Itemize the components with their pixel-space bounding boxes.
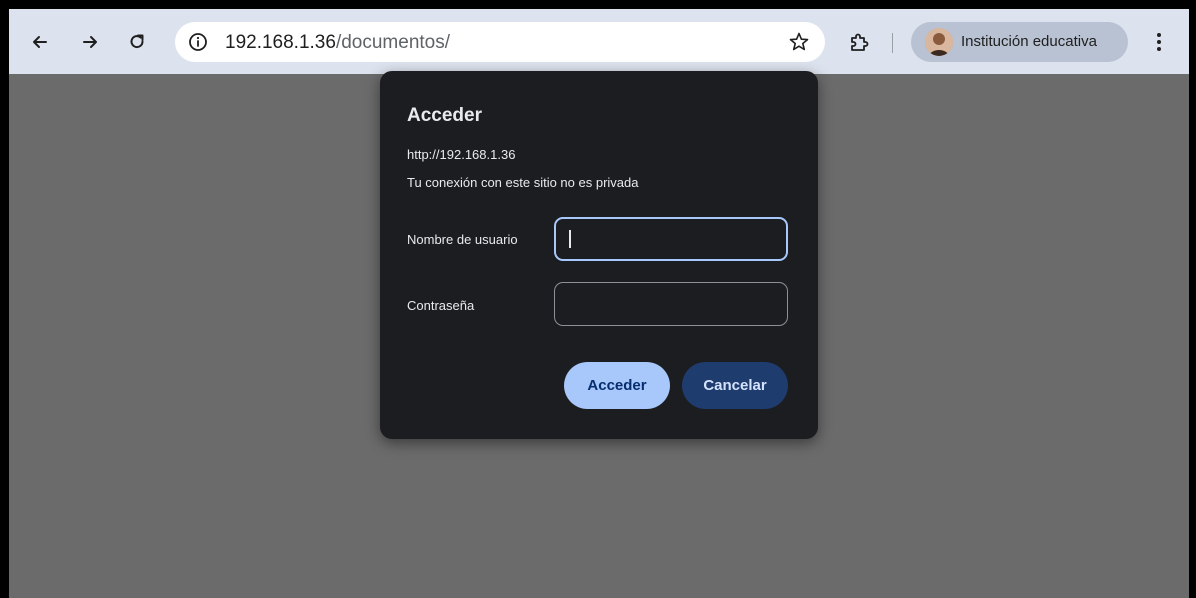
url-text[interactable]: 192.168.1.36/documentos/ [225, 32, 450, 54]
forward-button[interactable] [75, 27, 105, 57]
forward-arrow-icon [83, 36, 97, 48]
back-button[interactable] [25, 27, 55, 57]
dialog-warning: Tu conexión con este sitio no es privada [407, 175, 639, 190]
reload-button[interactable] [122, 27, 152, 57]
password-label: Contraseña [407, 298, 475, 313]
username-field[interactable] [554, 217, 788, 261]
dialog-title: Acceder [407, 105, 482, 126]
back-arrow-icon [33, 36, 47, 48]
address-bar[interactable]: 192.168.1.36/documentos/ [175, 22, 825, 62]
text-caret [569, 230, 571, 248]
extensions-puzzle-icon[interactable] [847, 31, 871, 55]
dialog-origin: http://192.168.1.36 [407, 147, 516, 162]
password-field[interactable] [554, 282, 788, 326]
url-path: /documentos/ [335, 32, 451, 53]
reload-icon [130, 34, 144, 49]
browser-toolbar: 192.168.1.36/documentos/ Institución edu… [9, 9, 1189, 74]
bookmark-star-icon[interactable] [787, 30, 811, 54]
profile-chip[interactable]: Institución educativa [911, 22, 1128, 62]
username-label: Nombre de usuario [407, 232, 518, 247]
profile-name: Institución educativa [961, 33, 1097, 50]
url-host: 192.168.1.36 [225, 32, 336, 53]
screen-frame: 192.168.1.36/documentos/ Institución edu… [0, 0, 1196, 598]
browser-window: 192.168.1.36/documentos/ Institución edu… [9, 9, 1189, 598]
cancel-button[interactable]: Cancelar [682, 362, 788, 409]
kebab-menu-icon[interactable] [1147, 30, 1171, 54]
toolbar-divider [892, 33, 893, 53]
site-info-icon[interactable] [187, 31, 209, 53]
auth-dialog: Acceder http://192.168.1.36 Tu conexión … [380, 71, 818, 439]
submit-button[interactable]: Acceder [564, 362, 670, 409]
avatar [925, 28, 953, 56]
